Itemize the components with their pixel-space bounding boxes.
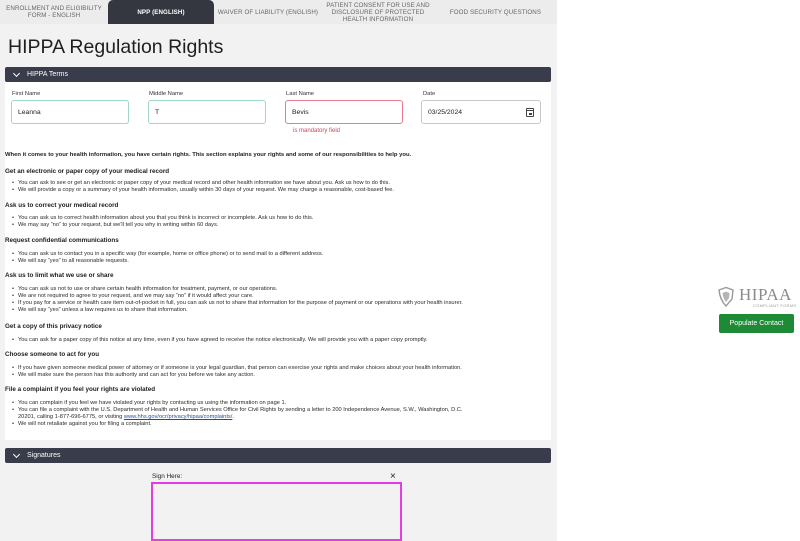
signatures-header[interactable]: Signatures [5, 448, 551, 463]
hippa-terms-title: HIPPA Terms [27, 71, 68, 78]
signature-pad[interactable] [151, 482, 402, 541]
hipaa-logo-text: HIPAA [739, 285, 792, 304]
page-title: HIPPA Regulation Rights [8, 36, 224, 58]
section-heading-privacy-notice: Get a copy of this privacy notice [5, 323, 102, 330]
populate-contact-button[interactable]: Populate Contact [719, 314, 794, 333]
tab-patient-consent[interactable]: PATIENT CONSENT FOR USE AND DISCLOSURE O… [322, 0, 434, 24]
tab-food-security[interactable]: FOOD SECURITY QUESTIONS [434, 0, 557, 24]
section-heading-copy-record: Get an electronic or paper copy of your … [5, 168, 170, 175]
clear-signature-icon[interactable]: × [390, 472, 396, 482]
list-item: You can ask us not to use or share certa… [12, 286, 463, 293]
calendar-icon[interactable] [526, 108, 534, 117]
list-item: If you have given someone medical power … [12, 365, 462, 372]
bullets-correct-record: You can ask us to correct health informa… [12, 215, 313, 229]
middle-name-field[interactable]: T [148, 100, 266, 124]
list-item: If you pay for a service or health care … [12, 300, 463, 307]
list-item: We will provide a copy or a summary of y… [12, 187, 394, 194]
list-item: You can complain if you feel we have vio… [12, 400, 463, 407]
tab-npp-english[interactable]: NPP (ENGLISH) [108, 0, 214, 24]
section-heading-confidential: Request confidential communications [5, 237, 119, 244]
tab-bar: ENROLLMENT AND ELIGIBILITY FORM - ENGLIS… [0, 0, 557, 24]
hhs-complaints-link[interactable]: www.hhs.gov/ocr/privacy/hipaa/complaints… [124, 414, 232, 420]
tab-enrollment-eligibility[interactable]: ENROLLMENT AND ELIGIBILITY FORM - ENGLIS… [0, 0, 108, 24]
hipaa-logo-subtext: COMPLIANT FORMS [753, 303, 797, 308]
chevron-down-icon [12, 450, 21, 458]
last-name-error: is mandatory field [293, 128, 341, 134]
bullets-complaint: You can complain if you feel we have vio… [12, 400, 463, 428]
first-name-field[interactable]: Leanna [11, 100, 129, 124]
sign-here-label: Sign Here: [152, 473, 183, 480]
form-area: ENROLLMENT AND ELIGIBILITY FORM - ENGLIS… [0, 0, 557, 541]
date-field[interactable]: 03/25/2024 [421, 100, 541, 124]
first-name-label: First Name [12, 91, 41, 97]
list-item: You can ask to see or get an electronic … [12, 180, 394, 187]
list-item: We will say “yes” to all reasonable requ… [12, 258, 323, 265]
hippa-terms-header[interactable]: HIPPA Terms [5, 67, 551, 82]
date-label: Date [423, 91, 436, 97]
section-heading-complaint: File a complaint if you feel your rights… [5, 386, 156, 393]
list-item: We will say “yes” unless a law requires … [12, 307, 463, 314]
section-heading-limit-use: Ask us to limit what we use or share [5, 272, 114, 279]
bullets-limit-use: You can ask us not to use or share certa… [12, 286, 463, 314]
list-item: We may say “no” to your request, but we'… [12, 222, 313, 229]
list-item: We will make sure the person has this au… [12, 372, 462, 379]
last-name-field[interactable]: Bevis [285, 100, 403, 124]
middle-name-label: Middle Name [149, 91, 184, 97]
list-item: You can file a complaint with the U.S. D… [12, 407, 463, 414]
list-item: We are not required to agree to your req… [12, 293, 463, 300]
bullets-confidential: You can ask us to contact you in a speci… [12, 251, 323, 265]
list-item: You can ask for a paper copy of this not… [12, 337, 428, 344]
bullets-copy-record: You can ask to see or get an electronic … [12, 180, 394, 194]
tab-waiver-of-liability[interactable]: WAIVER OF LIABILITY (ENGLISH) [214, 0, 322, 24]
list-item: You can ask us to correct health informa… [12, 215, 313, 222]
signatures-title: Signatures [27, 452, 61, 459]
chevron-down-icon [12, 69, 21, 77]
section-heading-correct-record: Ask us to correct your medical record [5, 202, 119, 209]
bullets-act-for-you: If you have given someone medical power … [12, 365, 462, 379]
list-item: We will not retaliate against you for fi… [12, 421, 463, 428]
last-name-label: Last Name [286, 91, 315, 97]
list-item: You can ask us to contact you in a speci… [12, 251, 323, 258]
bullets-privacy-notice: You can ask for a paper copy of this not… [12, 337, 428, 344]
complaint-contact-text: 20201, calling 1-877-696-6775, or visiti… [18, 413, 124, 420]
intro-text: When it comes to your health information… [5, 152, 412, 158]
list-item-continued: 20201, calling 1-877-696-6775, or visiti… [18, 413, 234, 420]
date-value: 03/25/2024 [428, 108, 463, 116]
section-heading-act-for-you: Choose someone to act for you [5, 351, 100, 358]
